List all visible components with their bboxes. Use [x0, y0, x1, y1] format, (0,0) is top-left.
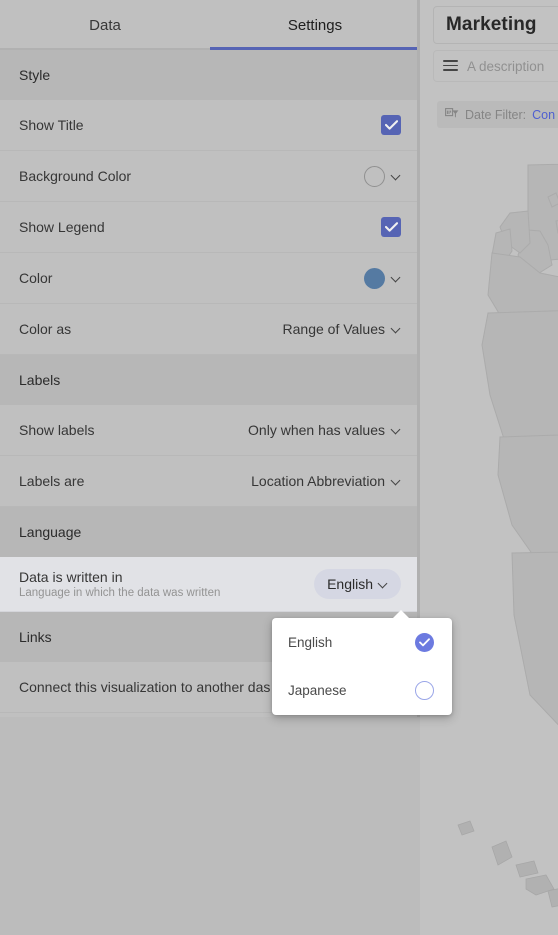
- row-label: Color: [19, 270, 53, 286]
- dashboard-description-placeholder: A description: [467, 58, 545, 74]
- section-header-labels: Labels: [0, 355, 420, 405]
- color-as-value: Range of Values: [282, 321, 385, 337]
- dashboard-title: Marketing: [446, 14, 537, 35]
- section-title: Style: [19, 67, 51, 83]
- row-label: Show labels: [19, 422, 95, 438]
- section-header-style: Style: [0, 50, 420, 100]
- language-option-label: English: [288, 634, 333, 650]
- popover-arrow: [392, 610, 410, 619]
- tab-data[interactable]: Data: [0, 0, 210, 50]
- active-tab-indicator: [210, 47, 420, 50]
- map-svg: [420, 135, 558, 935]
- tab-settings-label: Settings: [287, 16, 343, 34]
- show-legend-checkbox[interactable]: [381, 217, 401, 237]
- row-sublabel: Language in which the data was written: [19, 587, 221, 599]
- row-label: Color as: [19, 321, 72, 337]
- connect-visualization-text: Connect this visualization to another da…: [19, 679, 271, 695]
- chevron-down-icon: [392, 426, 401, 435]
- chevron-down-icon: [379, 580, 388, 589]
- panel-tabs: Data Settings: [0, 0, 420, 50]
- dashboard-canvas: Marketing A description Date Filter: Con: [420, 0, 558, 935]
- row-color[interactable]: Color: [0, 253, 420, 304]
- chevron-down-icon: [392, 325, 401, 334]
- section-title: Labels: [19, 372, 61, 388]
- language-option-label: Japanese: [288, 682, 347, 698]
- panel-scrollbar[interactable]: [417, 0, 420, 717]
- color-as-select[interactable]: Range of Values: [283, 321, 401, 337]
- section-title: Language: [19, 524, 82, 540]
- filter-icon: [445, 108, 459, 121]
- dashboard-title-field[interactable]: Marketing: [433, 6, 558, 44]
- row-background-color[interactable]: Background Color: [0, 151, 420, 202]
- row-label: Show Title: [19, 117, 84, 133]
- language-select-value: English: [327, 576, 373, 592]
- row-label: Background Color: [19, 168, 132, 184]
- app-root: Marketing A description Date Filter: Con…: [0, 0, 558, 935]
- language-option-japanese[interactable]: Japanese: [272, 666, 452, 714]
- row-show-legend[interactable]: Show Legend: [0, 202, 420, 253]
- section-header-language: Language: [0, 507, 420, 557]
- row-label: Show Legend: [19, 219, 105, 235]
- color-control[interactable]: [364, 267, 401, 289]
- check-circle-icon[interactable]: [415, 632, 434, 652]
- row-show-labels[interactable]: Show labels Only when has values: [0, 405, 420, 456]
- color-swatch[interactable]: [364, 267, 385, 289]
- row-data-is-written-in[interactable]: Data is written in Language in which the…: [0, 557, 420, 612]
- chevron-down-icon: [392, 172, 401, 181]
- background-color-swatch[interactable]: [364, 165, 385, 187]
- settings-panel: Data Settings Style Show Title Backgroun…: [0, 0, 420, 717]
- dashboard-description-field[interactable]: A description: [433, 50, 558, 82]
- list-icon: [443, 60, 458, 72]
- row-show-title[interactable]: Show Title: [0, 100, 420, 151]
- section-title: Links: [19, 629, 52, 645]
- date-filter-value: Con: [532, 107, 556, 122]
- row-color-as[interactable]: Color as Range of Values: [0, 304, 420, 355]
- row-label: Data is written in: [19, 569, 123, 585]
- date-filter-label: Date Filter:: [465, 107, 527, 122]
- chevron-down-icon: [392, 274, 401, 283]
- show-labels-select[interactable]: Only when has values: [248, 422, 401, 438]
- row-labels-are[interactable]: Labels are Location Abbreviation: [0, 456, 420, 507]
- labels-are-value: Location Abbreviation: [251, 473, 385, 489]
- date-filter-chip[interactable]: Date Filter: Con: [437, 101, 558, 128]
- show-labels-value: Only when has values: [248, 422, 385, 438]
- map-visualization[interactable]: [420, 135, 558, 935]
- row-label: Labels are: [19, 473, 85, 489]
- labels-are-select[interactable]: Location Abbreviation: [251, 473, 401, 489]
- language-popover: English Japanese: [272, 610, 452, 715]
- tab-settings[interactable]: Settings: [210, 0, 420, 50]
- show-title-checkbox[interactable]: [381, 115, 401, 135]
- language-select-button[interactable]: English: [314, 569, 401, 599]
- empty-circle-icon[interactable]: [415, 680, 434, 700]
- tab-data-label: Data: [89, 16, 121, 34]
- background-color-control[interactable]: [364, 165, 401, 187]
- chevron-down-icon: [392, 477, 401, 486]
- row-label-group: Data is written in Language in which the…: [19, 569, 220, 599]
- language-option-english[interactable]: English: [272, 618, 452, 666]
